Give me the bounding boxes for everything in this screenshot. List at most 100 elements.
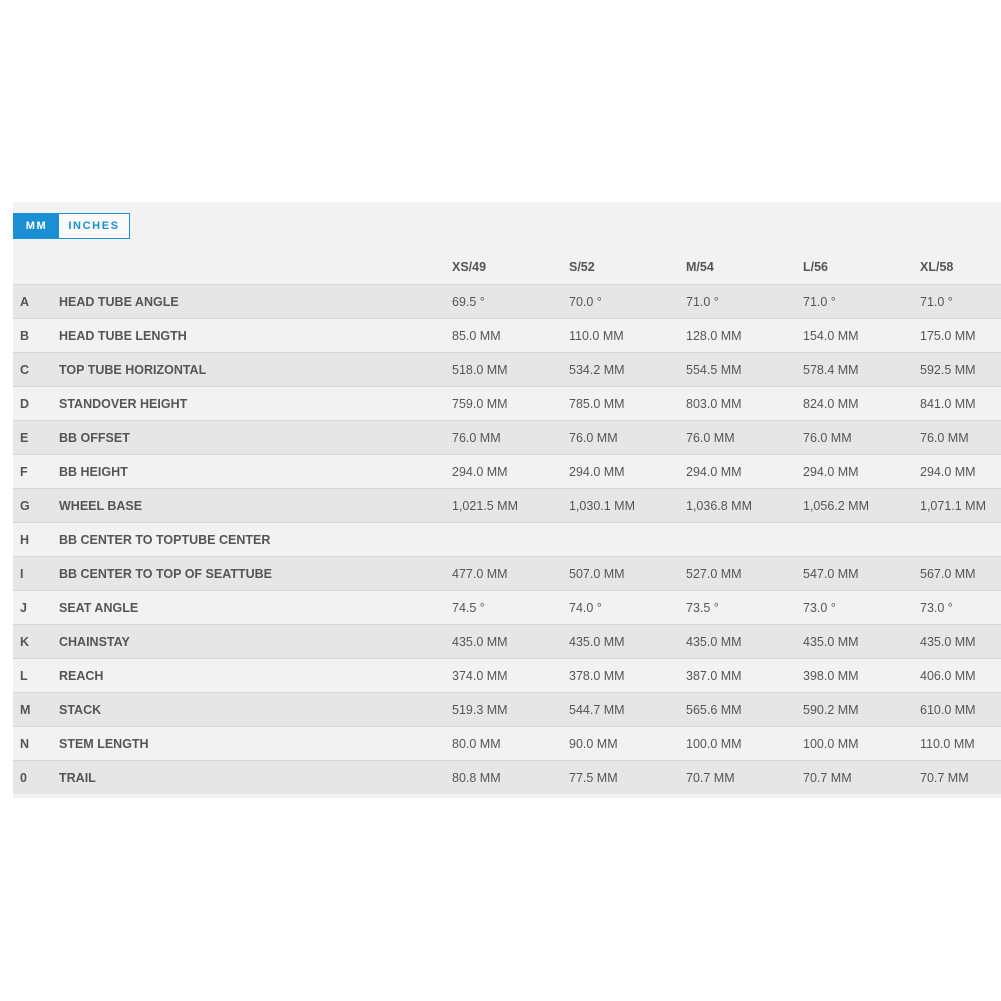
measurement-value: 547.0 MM	[803, 566, 859, 581]
measurement-name: TOP TUBE HORIZONTAL	[59, 362, 207, 377]
measurement-value: 70.7 MM	[803, 770, 852, 785]
measurement-value: 567.0 MM	[920, 566, 976, 581]
table-row: K CHAINSTAY 435.0 MM 435.0 MM 435.0 MM 435.0 …	[13, 624, 1001, 658]
table-row: G WHEEL BASE 1,021.5 MM 1,030.1 MM 1,036.8 M…	[13, 488, 1001, 522]
measurement-value: 785.0 MM	[569, 396, 625, 411]
measurement-value: 71.0 °	[920, 294, 953, 309]
measurement-value: 74.5 °	[452, 600, 485, 615]
measurement-value: 110.0 MM	[920, 736, 975, 751]
table-row: H BB CENTER TO TOPTUBE CENTER	[13, 522, 1001, 556]
measurement-value: 435.0 MM	[452, 634, 508, 649]
measurement-value: 398.0 MM	[803, 668, 859, 683]
measurement-letter: L	[20, 668, 28, 683]
measurement-value: 803.0 MM	[686, 396, 742, 411]
measurement-name: BB CENTER TO TOP OF SEATTUBE	[59, 566, 272, 581]
measurement-value: 294.0 MM	[569, 464, 625, 479]
measurement-value: 294.0 MM	[452, 464, 508, 479]
table-row: F BB HEIGHT 294.0 MM 294.0 MM 294.0 MM 294.0 …	[13, 454, 1001, 488]
measurement-value: 1,071.1 MM	[920, 498, 987, 513]
measurement-value: 73.0 °	[920, 600, 953, 615]
size-header: XS/49	[452, 259, 487, 274]
measurement-letter: I	[20, 566, 24, 581]
table-row: I BB CENTER TO TOP OF SEATTUBE 477.0 MM 507…	[13, 556, 1001, 590]
measurement-name: CHAINSTAY	[59, 634, 130, 649]
measurement-value: 387.0 MM	[686, 668, 742, 683]
measurement-value: 80.8 MM	[452, 770, 501, 785]
measurement-value: 1,056.2 MM	[803, 498, 870, 513]
measurement-value: 90.0 MM	[569, 736, 618, 751]
mm-unit-button[interactable]: MM	[14, 214, 59, 238]
measurement-letter: H	[20, 532, 30, 547]
measurement-value: 554.5 MM	[686, 362, 742, 377]
measurement-name: STACK	[59, 702, 102, 717]
measurement-value: 759.0 MM	[452, 396, 508, 411]
measurement-letter: D	[20, 396, 30, 411]
size-header: M/54	[686, 259, 714, 274]
measurement-name: REACH	[59, 668, 104, 683]
measurement-value: 128.0 MM	[686, 328, 742, 343]
measurement-letter: E	[20, 430, 29, 445]
measurement-value: 76.0 MM	[803, 430, 852, 445]
measurement-value: 71.0 °	[686, 294, 719, 309]
table-row: N STEM LENGTH 80.0 MM 90.0 MM 100.0 MM 100.0 …	[13, 726, 1001, 760]
measurement-value: 1,030.1 MM	[569, 498, 636, 513]
measurement-letter: K	[20, 634, 30, 649]
table-row: A HEAD TUBE ANGLE 69.5 ° 70.0 ° 71.0 ° 71.0 °…	[13, 284, 1001, 318]
measurement-letter: G	[20, 498, 30, 513]
measurement-value: 294.0 MM	[920, 464, 976, 479]
measurement-value: 477.0 MM	[452, 566, 508, 581]
measurement-value: 435.0 MM	[686, 634, 742, 649]
measurement-name: TRAIL	[59, 770, 96, 785]
measurement-value: 70.0 °	[569, 294, 602, 309]
measurement-value: 70.7 MM	[920, 770, 969, 785]
measurement-value: 110.0 MM	[569, 328, 624, 343]
measurement-name: HEAD TUBE LENGTH	[59, 328, 187, 343]
table-row: L REACH 374.0 MM 378.0 MM 387.0 MM 398.0 MM 40…	[13, 658, 1001, 692]
measurement-letter: B	[20, 328, 30, 343]
measurement-value: 378.0 MM	[569, 668, 625, 683]
measurement-value: 154.0 MM	[803, 328, 859, 343]
measurement-value: 294.0 MM	[686, 464, 742, 479]
measurement-value: 824.0 MM	[803, 396, 859, 411]
measurement-value: 100.0 MM	[686, 736, 742, 751]
table-row: E BB OFFSET 76.0 MM 76.0 MM 76.0 MM 76.0 MM 76…	[13, 420, 1001, 454]
measurement-value: 518.0 MM	[452, 362, 508, 377]
measurement-letter: F	[20, 464, 28, 479]
measurement-value: 69.5 °	[452, 294, 485, 309]
geometry-table: XS/49 S/52 M/54 L/56 XL/58 A HEAD TUBE AN…	[13, 249, 1001, 794]
measurement-value: 406.0 MM	[920, 668, 976, 683]
measurement-name: STANDOVER HEIGHT	[59, 396, 188, 411]
measurement-value: 76.0 MM	[452, 430, 501, 445]
measurement-value: 73.5 °	[686, 600, 719, 615]
measurement-name: WHEEL BASE	[59, 498, 143, 513]
table-row: C TOP TUBE HORIZONTAL 518.0 MM 534.2 MM 554.…	[13, 352, 1001, 386]
measurement-value: 70.7 MM	[686, 770, 735, 785]
measurement-value: 175.0 MM	[920, 328, 976, 343]
table-row: 0 TRAIL 80.8 MM 77.5 MM 70.7 MM 70.7 MM 70.7 M…	[13, 760, 1001, 794]
measurement-value: 71.0 °	[803, 294, 836, 309]
measurement-value: 519.3 MM	[452, 702, 508, 717]
measurement-value: 74.0 °	[569, 600, 602, 615]
measurement-value: 435.0 MM	[803, 634, 859, 649]
measurement-value: 590.2 MM	[803, 702, 859, 717]
measurement-letter: M	[20, 702, 31, 717]
table-row: M STACK 519.3 MM 544.7 MM 565.6 MM 590.2 MM 61…	[13, 692, 1001, 726]
size-header: L/56	[803, 259, 829, 274]
measurement-name: BB HEIGHT	[59, 464, 128, 479]
measurement-value: 435.0 MM	[569, 634, 625, 649]
table-row: J SEAT ANGLE 74.5 ° 74.0 ° 73.5 ° 73.0 ° 73.0 …	[13, 590, 1001, 624]
measurement-value: 100.0 MM	[803, 736, 859, 751]
measurement-letter: 0	[20, 770, 27, 785]
measurement-value: 610.0 MM	[920, 702, 976, 717]
measurement-value: 507.0 MM	[569, 566, 625, 581]
measurement-letter: J	[20, 600, 27, 615]
inches-unit-button[interactable]: INCHES	[59, 214, 129, 238]
measurement-name: BB OFFSET	[59, 430, 130, 445]
table-row: B HEAD TUBE LENGTH 85.0 MM 110.0 MM 128.0 MM…	[13, 318, 1001, 352]
measurement-value: 76.0 MM	[920, 430, 969, 445]
measurement-value: 435.0 MM	[920, 634, 976, 649]
measurement-value: 534.2 MM	[569, 362, 625, 377]
measurement-value: 77.5 MM	[569, 770, 618, 785]
measurement-value: 76.0 MM	[686, 430, 735, 445]
measurement-value: 578.4 MM	[803, 362, 859, 377]
